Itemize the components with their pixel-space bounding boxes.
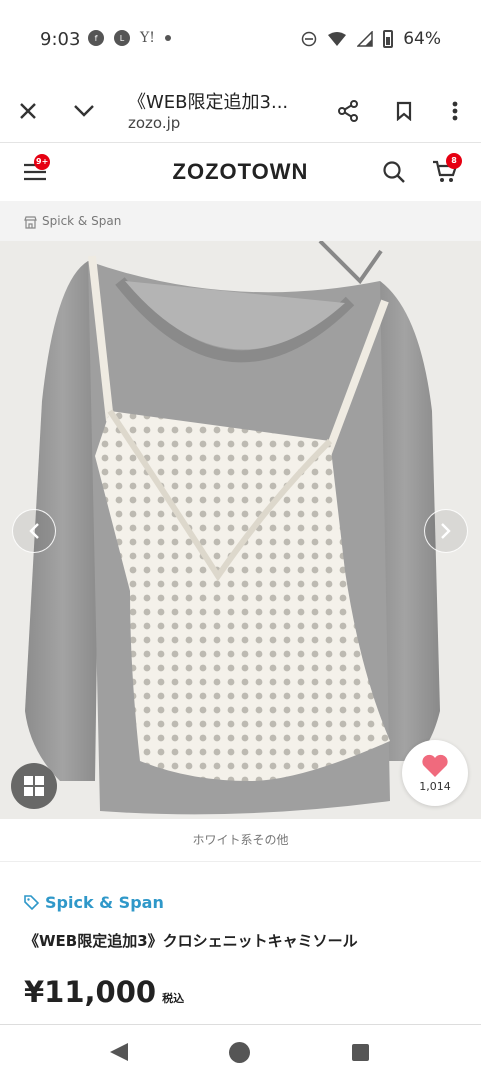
page-title: 《WEB限定追加3... bbox=[128, 92, 289, 113]
yahoo-icon: Y! bbox=[140, 30, 155, 46]
chevron-left-icon bbox=[29, 523, 39, 539]
facebook-icon: f bbox=[88, 30, 104, 46]
image-grid-button[interactable] bbox=[11, 763, 57, 809]
favorite-button[interactable]: 1,014 bbox=[402, 740, 468, 806]
search-button[interactable] bbox=[382, 160, 406, 188]
product-price: ¥11,000 bbox=[24, 975, 157, 1009]
color-caption: ホワイト系その他 bbox=[0, 819, 481, 862]
bookmark-icon[interactable] bbox=[389, 96, 419, 126]
product-title: 《WEB限定追加3》クロシェニットキャミソール bbox=[24, 932, 358, 950]
next-image-button[interactable] bbox=[424, 509, 468, 553]
system-navigation-bar bbox=[0, 1024, 481, 1081]
brand-name[interactable]: Spick & Span bbox=[45, 893, 164, 912]
chevron-right-icon bbox=[441, 523, 451, 539]
search-icon bbox=[383, 161, 405, 183]
home-icon[interactable] bbox=[229, 1042, 250, 1063]
chevron-down-icon[interactable] bbox=[69, 96, 99, 126]
browser-toolbar: 《WEB限定追加3... zozo.jp bbox=[0, 80, 481, 143]
site-logo[interactable]: ZOZOTOWN bbox=[0, 159, 481, 185]
tag-icon bbox=[24, 895, 39, 910]
shop-name[interactable]: Spick & Span bbox=[42, 214, 121, 228]
close-tab-icon[interactable] bbox=[13, 96, 43, 126]
favorite-count: 1,014 bbox=[419, 779, 451, 793]
brand-link[interactable]: Spick & Span bbox=[24, 893, 164, 912]
shop-icon bbox=[24, 214, 37, 233]
battery-icon bbox=[383, 30, 394, 48]
tax-label: 税込 bbox=[162, 992, 185, 1005]
status-bar: 9:03 f L Y! 64% bbox=[0, 0, 481, 80]
signal-icon bbox=[357, 31, 373, 47]
heart-icon bbox=[422, 754, 448, 777]
cart-badge: 8 bbox=[446, 153, 462, 169]
product-image[interactable]: 1,014 bbox=[0, 241, 481, 819]
site-header: 9+ ZOZOTOWN 8 bbox=[0, 143, 481, 201]
shop-breadcrumb[interactable]: Spick & Span bbox=[0, 201, 481, 241]
line-icon: L bbox=[114, 30, 130, 46]
price-row: ¥11,000 税込 bbox=[24, 975, 184, 1009]
system-icons: 64% bbox=[301, 29, 441, 49]
url-text[interactable]: zozo.jp bbox=[128, 114, 180, 132]
wifi-icon bbox=[328, 32, 347, 46]
back-icon[interactable] bbox=[110, 1043, 128, 1061]
product-photo-illustration bbox=[0, 241, 481, 819]
battery-percent: 64% bbox=[403, 29, 441, 49]
previous-image-button[interactable] bbox=[12, 509, 56, 553]
more-menu-icon[interactable] bbox=[440, 96, 470, 126]
do-not-disturb-icon bbox=[301, 31, 317, 47]
more-notifications-icon bbox=[164, 35, 171, 41]
notification-icons: f L Y! bbox=[88, 30, 171, 46]
share-icon[interactable] bbox=[333, 96, 363, 126]
status-time: 9:03 bbox=[40, 29, 81, 50]
recent-apps-icon[interactable] bbox=[352, 1044, 369, 1061]
grid-icon bbox=[24, 776, 44, 796]
